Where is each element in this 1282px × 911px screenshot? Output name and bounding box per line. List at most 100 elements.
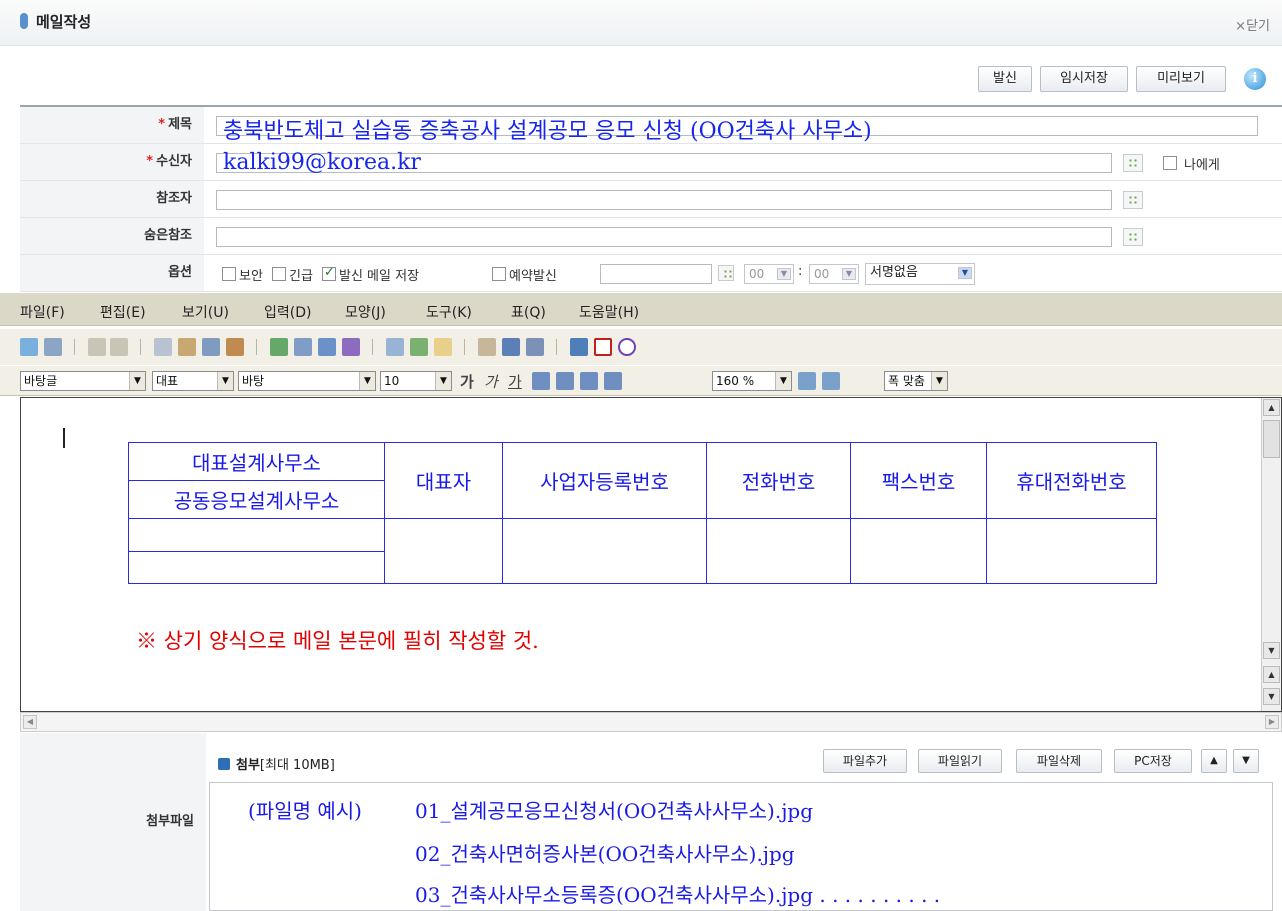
table-header-cell: 공동응모설계사무소	[128, 480, 385, 519]
table-cell[interactable]	[502, 518, 707, 584]
menu-edit[interactable]: 편집(E)	[100, 302, 146, 322]
minute-select[interactable]: 00 ▼	[809, 264, 859, 284]
format-painter-icon[interactable]	[226, 338, 244, 356]
align-justify-icon[interactable]	[532, 372, 550, 390]
security-label: 보안	[239, 269, 263, 284]
align-right-icon[interactable]	[604, 372, 622, 390]
urgent-checkbox[interactable]	[272, 267, 286, 281]
scroll-up-icon[interactable]: ▲	[1263, 399, 1280, 416]
add-file-button[interactable]: 파일추가	[823, 749, 907, 773]
paragraph-icon[interactable]	[294, 338, 312, 356]
table-cell[interactable]	[128, 551, 385, 584]
textbox-icon[interactable]	[434, 338, 452, 356]
bold-button[interactable]: 가	[460, 371, 474, 392]
security-checkbox[interactable]	[222, 267, 236, 281]
vertical-scrollbar[interactable]: ▲ ▼ ▲ ▼	[1261, 398, 1281, 711]
text-caret	[63, 428, 65, 448]
menu-format[interactable]: 모양(J)	[345, 302, 386, 322]
hyperlink-icon[interactable]	[410, 338, 428, 356]
table-cell[interactable]	[850, 518, 987, 584]
editor-canvas[interactable]: 대표설계사무소 대표자 사업자등록번호 전화번호 팩스번호 휴대전화번호 공동응…	[20, 397, 1282, 712]
display-icon[interactable]	[526, 338, 544, 356]
increase-spacing-icon[interactable]	[798, 372, 816, 390]
preview-button[interactable]: 미리보기	[1136, 66, 1226, 92]
attachment-item[interactable]: 03_건축사사무소등록증(OO건축사사무소).jpg . . . . . . .…	[415, 879, 940, 908]
read-file-button[interactable]: 파일읽기	[918, 749, 1002, 773]
page-up-icon[interactable]: ▲	[1263, 666, 1280, 683]
cc-row: 참조자	[20, 181, 1282, 218]
print-icon[interactable]	[44, 338, 62, 356]
scheduled-checkbox[interactable]	[492, 267, 506, 281]
attachment-item[interactable]: 01_설계공모응모신청서(OO건축사사무소).jpg	[415, 795, 813, 824]
align-center-icon[interactable]	[580, 372, 598, 390]
equation-icon[interactable]	[618, 338, 636, 356]
menu-tools[interactable]: 도구(K)	[426, 302, 472, 322]
style-select[interactable]: 바탕글 ▼	[20, 371, 146, 391]
scroll-right-icon[interactable]: ▶	[1265, 715, 1279, 729]
scroll-down-icon[interactable]: ▼	[1263, 642, 1280, 659]
table-cell[interactable]	[706, 518, 851, 584]
chinese-char-icon[interactable]	[478, 338, 496, 356]
send-button[interactable]: 발신	[978, 66, 1032, 92]
hour-select[interactable]: 00 ▼	[744, 264, 794, 284]
menu-help[interactable]: 도움말(H)	[579, 302, 639, 322]
cc-input[interactable]	[216, 190, 1112, 210]
new-doc-icon[interactable]	[20, 338, 38, 356]
decrease-spacing-icon[interactable]	[822, 372, 840, 390]
time-separator: :	[798, 264, 803, 279]
help-info-icon[interactable]: i	[1244, 68, 1266, 90]
menu-table[interactable]: 표(Q)	[511, 302, 546, 322]
italic-button[interactable]: 가	[484, 371, 498, 392]
signature-select[interactable]: 서명없음 ▼	[865, 263, 975, 285]
address-book-icon[interactable]	[1123, 154, 1143, 172]
attachment-list[interactable]: (파일명 예시) 01_설계공모응모신청서(OO건축사사무소).jpg 02_건…	[209, 782, 1273, 911]
move-down-icon[interactable]: ▼	[1233, 749, 1259, 773]
copy-icon[interactable]	[178, 338, 196, 356]
image-icon[interactable]	[570, 338, 588, 356]
page-down-icon[interactable]: ▼	[1263, 688, 1280, 705]
dictionary-icon[interactable]	[502, 338, 520, 356]
font-size-select[interactable]: 10 ▼	[380, 371, 452, 391]
calendar-icon[interactable]	[718, 265, 734, 281]
scroll-thumb[interactable]	[1263, 420, 1280, 458]
recipient-input[interactable]: kalki99@korea.kr	[216, 150, 1112, 175]
schedule-date-input[interactable]	[600, 264, 712, 284]
save-sent-checkbox[interactable]	[322, 265, 336, 281]
cut-icon[interactable]	[154, 338, 172, 356]
horizontal-scrollbar[interactable]: ◀ ▶	[20, 712, 1282, 732]
filename-example-label: (파일명 예시)	[248, 799, 362, 823]
close-button[interactable]: ×닫기	[1235, 15, 1270, 34]
paste-icon[interactable]	[202, 338, 220, 356]
table-insert-icon[interactable]	[594, 338, 612, 356]
move-up-icon[interactable]: ▲	[1201, 749, 1227, 773]
scroll-left-icon[interactable]: ◀	[23, 715, 37, 729]
line-spacing-select[interactable]: 160 % ▼	[712, 371, 792, 391]
menu-view[interactable]: 보기(U)	[182, 302, 229, 322]
undo-icon[interactable]	[88, 338, 106, 356]
to-me-checkbox[interactable]	[1163, 156, 1177, 170]
find-icon[interactable]	[386, 338, 404, 356]
language-select[interactable]: 대표 ▼	[152, 371, 234, 391]
menu-file[interactable]: 파일(F)	[20, 302, 65, 322]
subject-input[interactable]: 충북반도체고 실습동 증축공사 설계공모 응모 신청 (OO건축사 사무소)	[216, 116, 1258, 144]
char-shape-icon[interactable]	[318, 338, 336, 356]
bcc-input[interactable]	[216, 227, 1112, 247]
table-cell[interactable]	[986, 518, 1157, 584]
redo-icon[interactable]	[110, 338, 128, 356]
menu-insert[interactable]: 입력(D)	[264, 302, 311, 322]
align-left-icon[interactable]	[556, 372, 574, 390]
table-header-cell: 팩스번호	[850, 442, 987, 519]
zoom-fit-select[interactable]: 폭 맞춤 ▼	[884, 371, 948, 391]
columns-icon[interactable]	[342, 338, 360, 356]
address-book-icon[interactable]	[1123, 191, 1143, 209]
pc-save-button[interactable]: PC저장	[1114, 749, 1192, 773]
table-cell[interactable]	[384, 518, 503, 584]
table-cell[interactable]	[128, 518, 385, 552]
attachment-item[interactable]: 02_건축사면허증사본(OO건축사사무소).jpg	[415, 838, 795, 867]
underline-button[interactable]: 가	[508, 371, 522, 392]
save-draft-button[interactable]: 임시저장	[1040, 66, 1128, 92]
delete-file-button[interactable]: 파일삭제	[1016, 749, 1102, 773]
address-book-icon[interactable]	[1123, 228, 1143, 246]
spellcheck-icon[interactable]	[270, 338, 288, 356]
font-select[interactable]: 바탕 ▼	[238, 371, 376, 391]
